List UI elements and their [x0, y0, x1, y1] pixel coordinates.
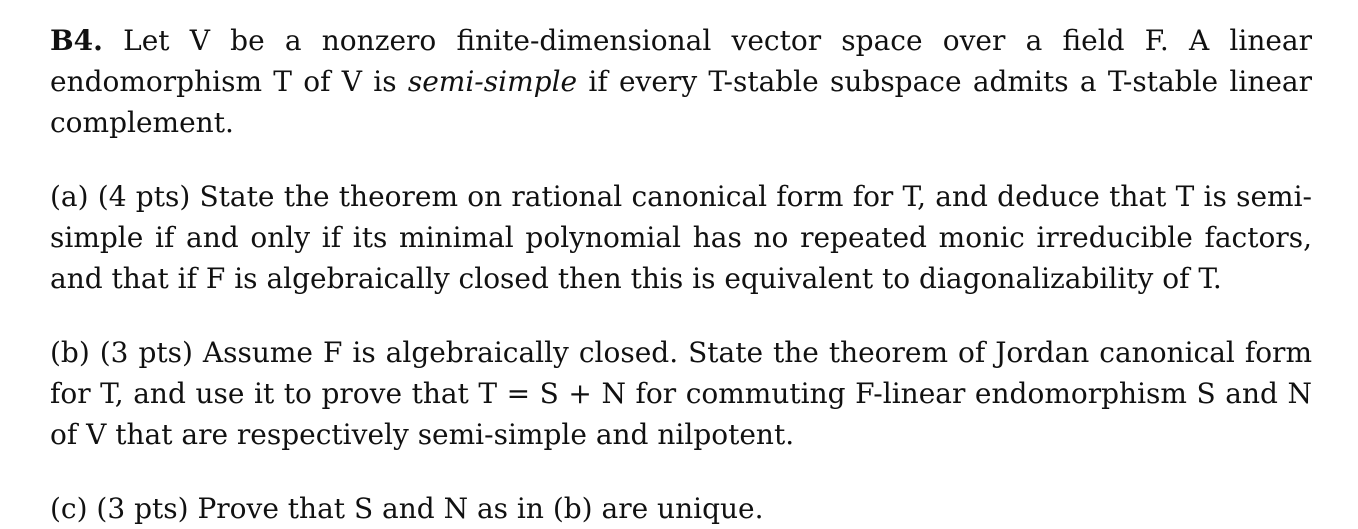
part-c: (c) (3 pts) Prove that S and N as in (b)…	[50, 488, 1312, 529]
part-b-text: (b) (3 pts) Assume F is algebraically cl…	[50, 336, 1312, 451]
part-a: (a) (4 pts) State the theorem on rationa…	[50, 176, 1312, 299]
part-b: (b) (3 pts) Assume F is algebraically cl…	[50, 332, 1312, 455]
intro-emphasis: semi-simple	[407, 65, 578, 98]
part-c-text: (c) (3 pts) Prove that S and N as in (b)…	[50, 492, 764, 525]
problem-document: B4. Let V be a nonzero finite-dimensiona…	[50, 20, 1312, 529]
problem-intro: B4. Let V be a nonzero finite-dimensiona…	[50, 20, 1312, 143]
problem-label: B4.	[50, 24, 103, 57]
part-a-text: (a) (4 pts) State the theorem on rationa…	[50, 180, 1312, 295]
